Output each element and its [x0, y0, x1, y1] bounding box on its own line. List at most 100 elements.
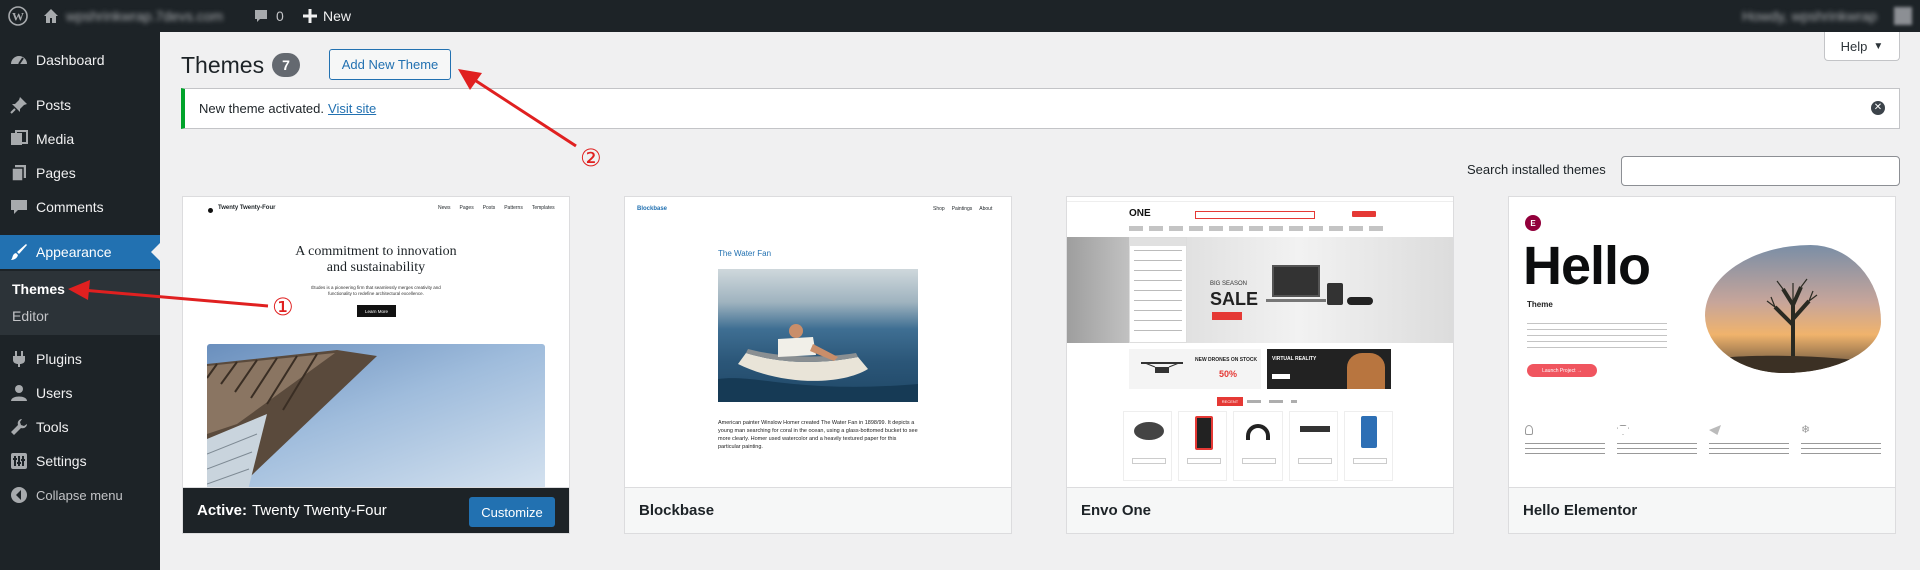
- customize-button[interactable]: Customize: [469, 497, 555, 527]
- theme-name-bar: Blockbase: [625, 487, 1011, 533]
- theme-screenshot[interactable]: E Hello Theme Launch Project → ❄: [1509, 197, 1895, 487]
- sidebar-item-media[interactable]: Media: [0, 122, 160, 156]
- sidebar-item-label: Users: [36, 385, 73, 401]
- sidebar-item-pages[interactable]: Pages: [0, 156, 160, 190]
- preview-products-row: [1123, 411, 1394, 481]
- submenu-item-themes[interactable]: Themes: [12, 281, 65, 297]
- preview-vr-banner: VIRTUAL REALITY: [1267, 349, 1391, 389]
- preview-navbar: [1129, 226, 1389, 231]
- media-icon: [9, 130, 29, 148]
- preview-cactus-image: [1705, 245, 1881, 373]
- theme-name: Envo One: [1081, 502, 1152, 519]
- sidebar-item-label: Appearance: [36, 244, 112, 260]
- sidebar-item-appearance[interactable]: Appearance: [0, 235, 160, 269]
- preview-nav-item: Shop: [933, 206, 945, 212]
- help-tab-button[interactable]: Help ▼: [1824, 32, 1900, 61]
- preview-site-title: Blockbase: [637, 206, 668, 212]
- preview-nav-item: About: [979, 206, 993, 212]
- preview-hello-heading: Hello: [1523, 236, 1651, 296]
- home-icon[interactable]: [42, 0, 60, 32]
- collapse-menu-button[interactable]: Collapse menu: [0, 478, 160, 512]
- sidebar-item-settings[interactable]: Settings: [0, 444, 160, 478]
- lightbulb-icon: [1525, 425, 1533, 435]
- theme-screenshot[interactable]: Blockbase Shop Paintings About The Water…: [625, 197, 1011, 487]
- preview-caption: American painter Winslow Homer created T…: [718, 420, 918, 450]
- theme-card-blockbase[interactable]: Blockbase Shop Paintings About The Water…: [624, 196, 1012, 534]
- dismiss-notice-icon[interactable]: ✕: [1871, 101, 1885, 115]
- theme-screenshot[interactable]: Twenty Twenty-Four News Pages Posts Patt…: [183, 197, 569, 487]
- svg-text:W: W: [12, 10, 24, 24]
- comments-icon: [9, 198, 29, 216]
- comments-counter[interactable]: 0: [253, 0, 284, 32]
- annotation-marker-1: ①: [272, 293, 294, 321]
- preview-vr-text: VIRTUAL REALITY: [1272, 356, 1317, 362]
- elementor-logo-icon: E: [1525, 215, 1541, 231]
- diamond-icon: [1617, 425, 1629, 435]
- preview-theme-label: Theme: [1527, 300, 1553, 309]
- plus-icon: [303, 9, 317, 23]
- preview-tablet: [1327, 283, 1343, 305]
- theme-name-bar: Hello Elementor: [1509, 487, 1895, 533]
- annotation-marker-2: ②: [580, 144, 602, 172]
- sidebar-item-comments[interactable]: Comments: [0, 190, 160, 224]
- current-menu-pointer: [151, 243, 160, 261]
- preview-vr-person: [1347, 353, 1385, 389]
- sidebar-item-label: Dashboard: [36, 52, 105, 68]
- theme-screenshot[interactable]: ONE BIG SEASON SALE NEW DRONES ON STOCK: [1067, 197, 1453, 487]
- preview-nav-item: Pages: [459, 205, 474, 211]
- caret-down-icon: ▼: [1873, 40, 1884, 52]
- appearance-submenu: Themes Editor: [0, 271, 160, 335]
- admin-bar: W wpshrinkwrap.7devs.com 0 New Howdy, wp…: [0, 0, 1920, 32]
- preview-category-list: [1129, 237, 1187, 343]
- notice-text: New theme activated.: [199, 101, 325, 116]
- theme-card-twenty-twenty-four[interactable]: Twenty Twenty-Four News Pages Posts Patt…: [182, 196, 570, 534]
- preview-nav: News Pages Posts Patterns Templates: [438, 205, 555, 211]
- preview-body: Études is a pioneering firm that seamles…: [311, 285, 441, 296]
- preview-building-image: [207, 344, 545, 487]
- add-new-theme-button[interactable]: Add New Theme: [329, 49, 451, 80]
- preview-nav-item: Patterns: [504, 205, 523, 211]
- theme-card-envo-one[interactable]: ONE BIG SEASON SALE NEW DRONES ON STOCK: [1066, 196, 1454, 534]
- sidebar-item-plugins[interactable]: Plugins: [0, 342, 160, 376]
- avatar[interactable]: [1894, 0, 1912, 32]
- preview-sale-big: SALE: [1210, 289, 1259, 309]
- collapse-icon: [9, 486, 29, 504]
- search-label: Search installed themes: [1467, 162, 1606, 177]
- preview-sale-button: [1212, 312, 1242, 320]
- theme-name-bar: Envo One: [1067, 487, 1453, 533]
- search-themes-input[interactable]: [1621, 156, 1900, 186]
- sidebar-item-users[interactable]: Users: [0, 376, 160, 410]
- paintbrush-icon: [9, 243, 29, 261]
- dashboard-icon: [9, 51, 29, 69]
- site-name-link[interactable]: wpshrinkwrap.7devs.com: [66, 0, 223, 32]
- submenu-item-editor[interactable]: Editor: [12, 308, 49, 324]
- active-prefix: Active:: [197, 502, 248, 519]
- preview-nav: Shop Paintings About: [933, 206, 992, 212]
- sidebar-item-dashboard[interactable]: Dashboard: [0, 43, 160, 77]
- pages-icon: [9, 164, 29, 182]
- preview-button: Learn More: [357, 305, 396, 317]
- sidebar-item-posts[interactable]: Posts: [0, 88, 160, 122]
- new-content-button[interactable]: New: [303, 0, 351, 32]
- wordpress-logo-icon[interactable]: W: [8, 0, 28, 32]
- users-icon: [9, 384, 29, 402]
- settings-icon: [9, 452, 29, 470]
- theme-name: Blockbase: [639, 502, 715, 519]
- preview-cta: Launch Project →: [1527, 364, 1597, 377]
- theme-name-bar: Active: Twenty Twenty-Four Customize: [183, 487, 569, 533]
- theme-card-hello-elementor[interactable]: E Hello Theme Launch Project → ❄ Hello E…: [1508, 196, 1896, 534]
- preview-logo: ONE: [1129, 208, 1151, 219]
- preview-laptop: [1272, 265, 1320, 297]
- preview-sale-small: BIG SEASON: [1210, 281, 1248, 287]
- preview-vr-button: [1272, 374, 1290, 379]
- plugin-icon: [9, 350, 29, 368]
- preview-hero: BIG SEASON SALE: [1067, 237, 1453, 343]
- visit-site-link[interactable]: Visit site: [328, 101, 376, 116]
- howdy-user[interactable]: Howdy, wpshrinkwrap: [1742, 0, 1877, 32]
- preview-drones-banner: NEW DRONES ON STOCK 50%: [1129, 349, 1261, 389]
- sidebar-item-label: Collapse menu: [36, 487, 123, 503]
- wrench-icon: [9, 418, 29, 436]
- comments-count: 0: [276, 8, 284, 24]
- sidebar-item-tools[interactable]: Tools: [0, 410, 160, 444]
- paper-plane-icon: [1709, 425, 1721, 435]
